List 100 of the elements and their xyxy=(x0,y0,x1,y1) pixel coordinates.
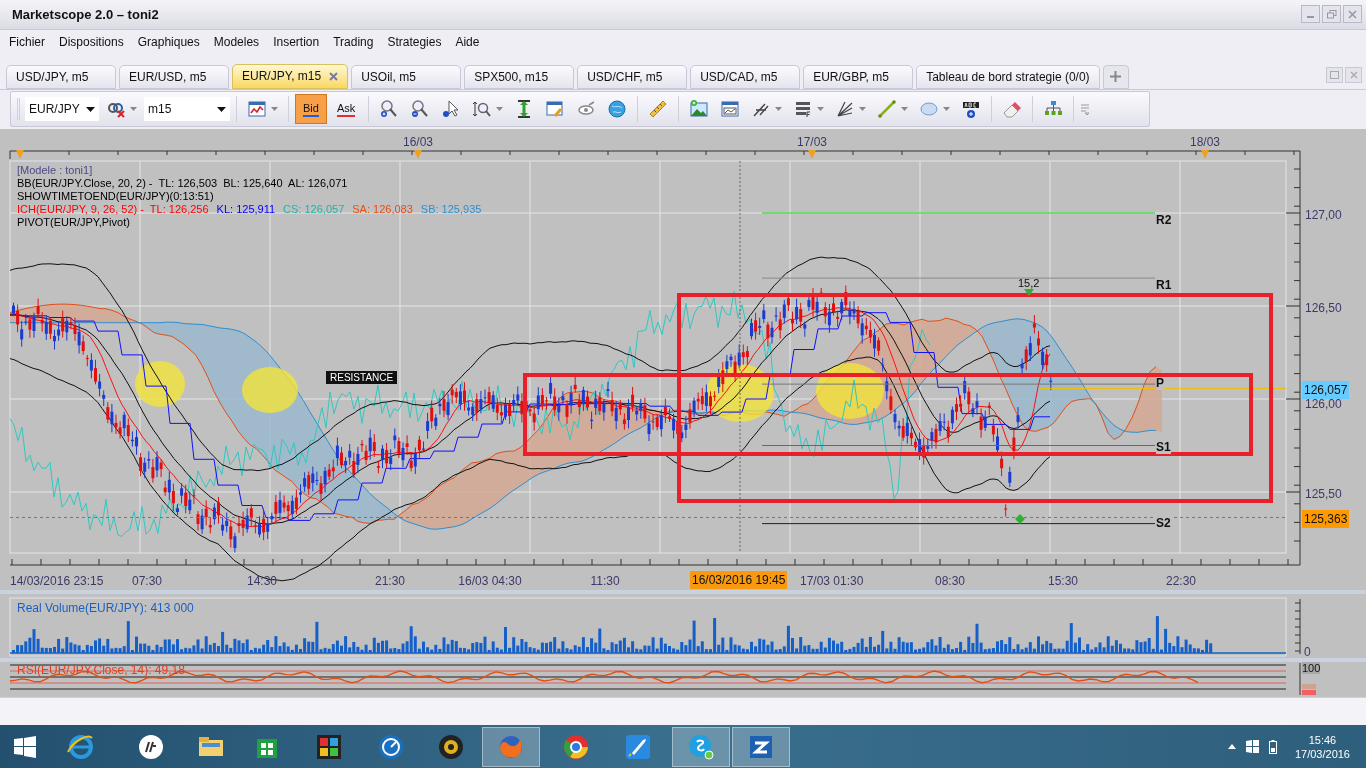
indicator-legend: SHOWTIMETOEND(EUR/JPY)(0:13:51) xyxy=(17,189,214,203)
plus-icon xyxy=(1110,71,1122,83)
close-icon xyxy=(1348,9,1357,19)
tab[interactable]: EUR/GBP, m5 xyxy=(803,64,914,89)
chat-bubble-icon xyxy=(686,732,716,762)
time-label: 08:30 xyxy=(935,572,965,590)
close-icon[interactable] xyxy=(329,71,339,81)
clock[interactable]: 15:46 17/03/2016 xyxy=(1294,732,1350,761)
indicator-legend: SB: 125,935 xyxy=(420,202,482,216)
line-tool-icon xyxy=(877,99,898,120)
text-tool-icon xyxy=(961,99,982,120)
indicator-legend: ICH(EUR/JPY, 9, 26, 52) - TL: 126,256 xyxy=(17,202,209,216)
tab[interactable]: USD/JPY, m5 xyxy=(6,64,116,89)
browser-icon xyxy=(66,732,96,762)
indicator-legend: SA: 126,083 xyxy=(352,202,413,216)
time-label: 17/03 01:30 xyxy=(800,572,864,590)
pivot-label: S1 xyxy=(1156,441,1171,455)
minimize-icon xyxy=(1307,16,1314,19)
restore-button[interactable] xyxy=(1322,5,1341,24)
volume-axis xyxy=(1294,598,1301,655)
minimize-button[interactable] xyxy=(1301,5,1320,24)
highlight-circle xyxy=(816,362,884,419)
price-marker: 126,057 xyxy=(1302,381,1350,400)
dropdown[interactable]: EUR/JPY xyxy=(25,97,99,122)
window-chart-icon xyxy=(720,99,741,120)
indicator-legend: KL: 125,911 xyxy=(216,202,276,216)
caret-icon[interactable] xyxy=(86,106,95,112)
menu-item[interactable]: Aide xyxy=(448,32,487,51)
caret-icon[interactable] xyxy=(217,106,226,112)
battery-icon[interactable] xyxy=(1268,739,1277,754)
menu-item[interactable]: Fichier xyxy=(2,32,52,51)
indicator-legend: PIVOT(EUR/JPY,Pivot) xyxy=(17,215,130,229)
gauge-icon xyxy=(376,732,406,762)
add-tab-button[interactable] xyxy=(1102,64,1129,89)
volume-legend: Real Volume(EUR/JPY): 413 000 xyxy=(17,598,194,617)
eraser-icon xyxy=(1002,99,1023,120)
highlight-circle xyxy=(242,366,298,413)
time-label: 16/03 04:30 xyxy=(458,572,522,590)
tab[interactable]: USOil, m5 xyxy=(351,64,462,89)
dropdown[interactable]: m15 xyxy=(144,97,230,122)
windows-logo-icon[interactable] xyxy=(1245,740,1259,753)
tab[interactable]: USD/CAD, m5 xyxy=(690,64,801,89)
tab[interactable]: USD/CHF, m5 xyxy=(577,64,688,89)
menu-item[interactable]: Graphiques xyxy=(130,32,207,51)
time-label: 15:30 xyxy=(1048,572,1078,590)
price-toggle[interactable]: Bid xyxy=(295,94,327,125)
price-marker: 125,363 xyxy=(1302,510,1350,529)
date-label: 17/03 xyxy=(797,133,827,151)
puzzle-icon xyxy=(314,732,344,762)
circle-logo-icon xyxy=(136,732,166,762)
restore-icon xyxy=(1326,9,1337,19)
overflow-menu-icon[interactable] xyxy=(1080,103,1091,116)
time-label: 21:30 xyxy=(375,572,405,590)
menu-item[interactable]: Strategies xyxy=(380,32,449,51)
highlight-circle xyxy=(706,363,774,422)
windows-logo-icon xyxy=(14,735,36,758)
date-label: 16/03 xyxy=(403,133,433,151)
menu-item[interactable]: Trading xyxy=(326,32,381,51)
volume-axis-label: 0 xyxy=(1304,643,1311,661)
price-tick-label: 126,50 xyxy=(1305,299,1342,317)
indicator-legend: [Modele : toni1] xyxy=(17,163,93,177)
diamond-marker-icon xyxy=(1015,513,1025,524)
highlight-circle xyxy=(135,360,185,407)
annotation-label: RESISTANCE xyxy=(326,370,398,384)
time-label: 14:30 xyxy=(247,572,277,590)
arrow-marker-icon xyxy=(1024,288,1034,296)
day-marker-icon xyxy=(16,149,24,159)
zoom-out-icon xyxy=(410,99,431,120)
day-marker-icon xyxy=(808,149,816,159)
tab[interactable]: EUR/USD, m5 xyxy=(119,64,229,89)
globe-icon xyxy=(607,99,628,120)
taskbar-app[interactable] xyxy=(732,727,790,767)
pivot-label: P xyxy=(1156,376,1164,390)
time-label: 14/03/2016 23:15 xyxy=(10,572,104,590)
time-label: 22:30 xyxy=(1166,572,1196,590)
pivot-label: R1 xyxy=(1156,278,1172,292)
indicator-legend: BB(EUR/JPY.Close, 20, 2) - TL: 126,503 BL: 125,640 AL: 126,071 xyxy=(17,176,348,190)
caret-up-icon[interactable] xyxy=(1227,744,1236,749)
tab[interactable]: SPX500, m15 xyxy=(464,64,575,89)
zoom-in-icon xyxy=(379,99,400,120)
tab[interactable]: Tableau de bord strategie (0/0) xyxy=(916,64,1100,89)
menu-item[interactable]: Modeles xyxy=(206,32,267,51)
tab[interactable]: EUR/JPY, m15 xyxy=(232,63,349,89)
settings-window-icon xyxy=(545,99,566,120)
ruler-icon xyxy=(648,99,669,120)
menu-item[interactable]: Insertion xyxy=(266,32,327,51)
maximize-icon xyxy=(1330,70,1339,79)
time-label: 07:30 xyxy=(132,572,162,590)
menu-item[interactable]: Dispositions xyxy=(52,32,131,51)
rsi-legend: RSI(EUR/JPY.Close, 14): 49,18 xyxy=(17,663,185,676)
time-label: 11:30 xyxy=(590,572,620,590)
close-button[interactable] xyxy=(1343,5,1362,24)
add-image-icon xyxy=(689,99,710,120)
speaker-icon xyxy=(436,732,466,762)
price-toggle[interactable]: Ask xyxy=(329,94,363,125)
price-tick-label: 127,00 xyxy=(1305,206,1342,224)
color-wheel-icon xyxy=(561,732,591,762)
date-label: 18/03 xyxy=(1190,133,1220,151)
value-label: 15,2 xyxy=(1018,275,1040,291)
cursor-time-label: 16/03/2016 19:45 xyxy=(690,570,788,589)
